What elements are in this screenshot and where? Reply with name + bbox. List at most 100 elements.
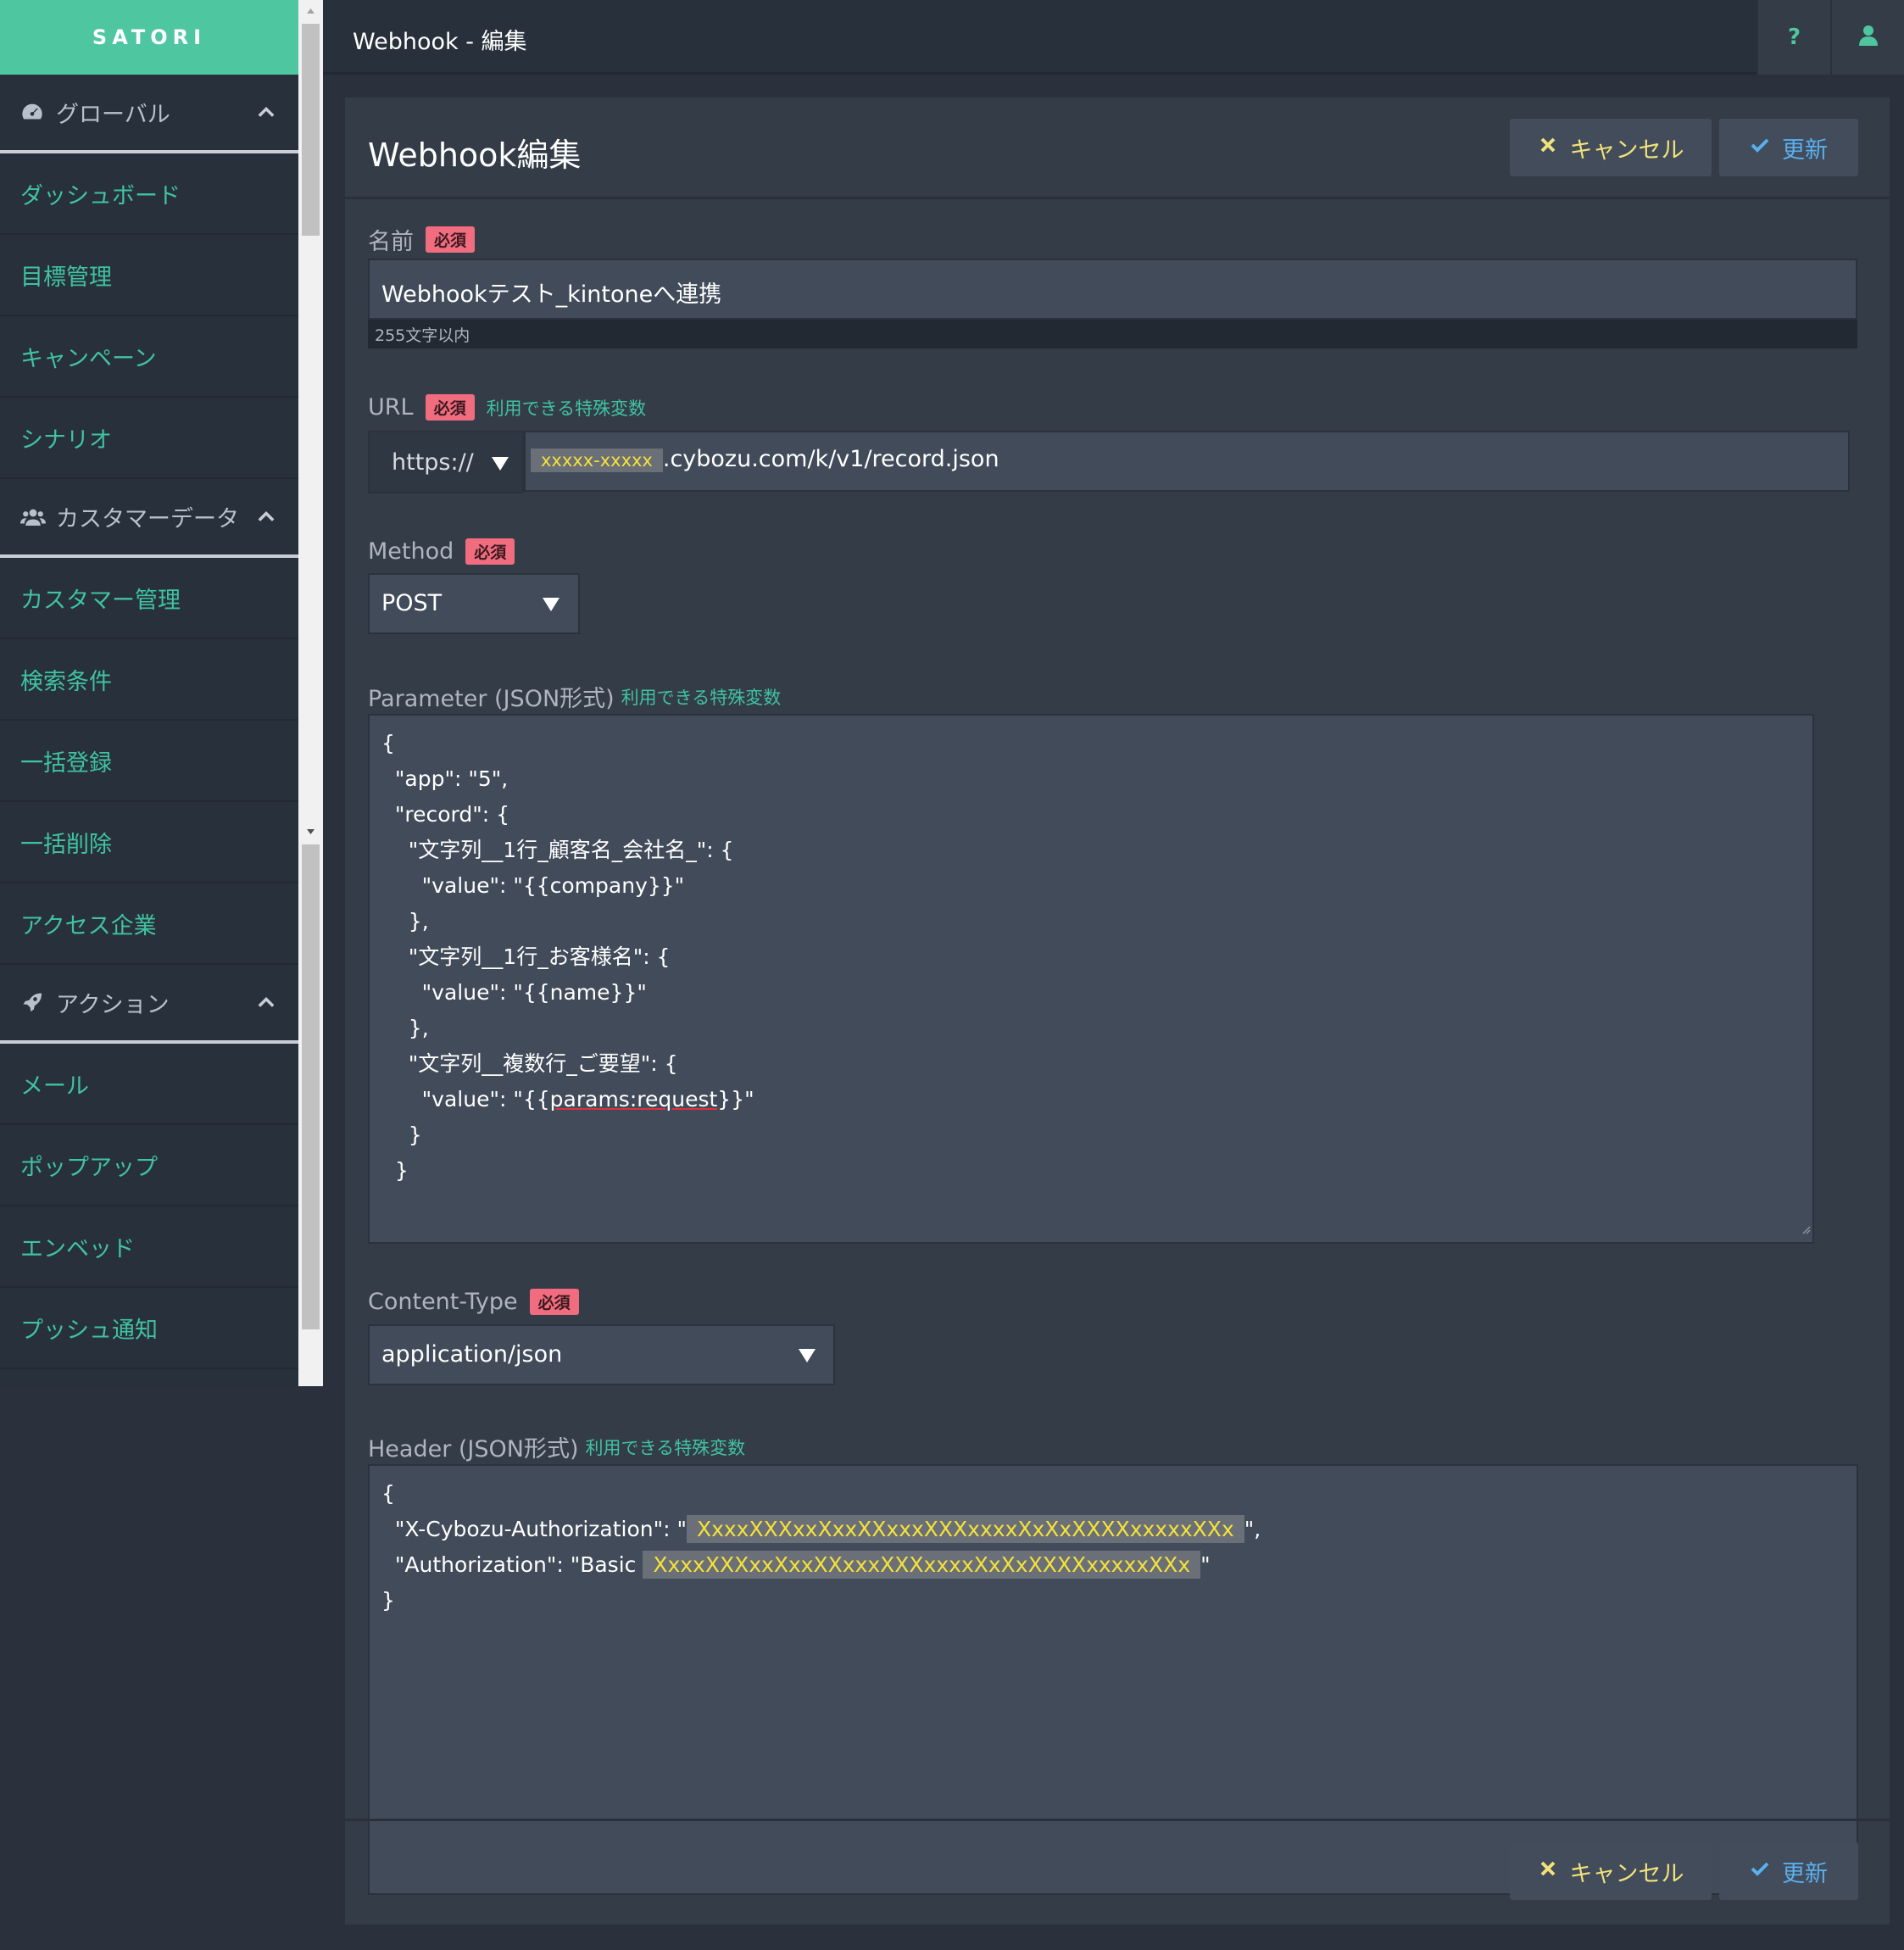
- url-protocol-value: https://: [392, 449, 474, 476]
- code-line: "X-Cybozu-Authorization": " XxxxXXXxxXxxX…: [381, 1515, 1261, 1543]
- content-type-select[interactable]: application/json: [368, 1324, 835, 1385]
- page-title: Webhook編集: [368, 136, 582, 174]
- url-input[interactable]: xxxxx-xxxxx .cybozu.com/k/v1/record.json: [524, 431, 1850, 492]
- code-line: {: [381, 731, 395, 755]
- sidebar-section-label: グローバル: [56, 102, 170, 128]
- special-variables-link[interactable]: 利用できる特殊変数: [621, 684, 782, 710]
- sidebar-item-scenario[interactable]: シナリオ: [0, 398, 298, 479]
- checkmark-icon: [1750, 135, 1770, 161]
- code-line: "record": {: [381, 802, 510, 827]
- parameter-json-textarea[interactable]: { "app": "5", "record": { "文字列__1行_顧客名_会…: [368, 714, 1814, 1244]
- scrollbar-thumb[interactable]: [302, 844, 320, 1329]
- content-type-select-value: application/json: [381, 1341, 563, 1368]
- sidebar-section-global[interactable]: グローバル: [0, 75, 298, 153]
- checkmark-icon: [1750, 1858, 1770, 1885]
- cancel-button[interactable]: キャンセル: [1510, 119, 1712, 176]
- required-badge: 必須: [425, 394, 475, 421]
- parameter-json-lines: { "app": "5", "record": { "文字列__1行_顧客名_会…: [381, 726, 1801, 1082]
- help-button[interactable]: ?: [1756, 0, 1830, 75]
- code-line: },: [381, 909, 429, 933]
- method-field-label: Method 必須: [368, 538, 515, 565]
- close-x-icon: [1538, 1858, 1558, 1885]
- url-field-label: URL 必須 利用できる特殊変数: [368, 394, 646, 421]
- sidebar-item-popup[interactable]: ポップアップ: [0, 1125, 298, 1206]
- scroll-up-arrow-icon[interactable]: [298, 0, 323, 22]
- chevron-up-icon: [254, 504, 278, 528]
- update-button-label: 更新: [1782, 136, 1828, 164]
- app-logo[interactable]: SATORI: [0, 0, 298, 75]
- scrollbar-thumb[interactable]: [302, 24, 320, 236]
- users-icon: [20, 504, 46, 530]
- code-line: {: [381, 1481, 395, 1506]
- update-button[interactable]: 更新: [1719, 1842, 1858, 1900]
- panel-footer: キャンセル 更新: [345, 1819, 1890, 1925]
- masked-cybozu-auth-token: XxxxXXXxxXxxXXxxxXXXxxxxXxXxXXXXxxxxxXXx: [686, 1515, 1244, 1543]
- code-line: }: [381, 1123, 422, 1147]
- content-type-label-text: Content-Type: [368, 1289, 518, 1315]
- sidebar-item-campaign[interactable]: キャンペーン: [0, 316, 298, 398]
- method-select[interactable]: POST: [368, 573, 580, 634]
- dropdown-arrow-icon: [492, 457, 509, 471]
- name-input[interactable]: Webhookテスト_kintoneへ連携: [368, 259, 1857, 320]
- question-icon: ?: [1787, 25, 1801, 50]
- sidebar-item-customer-management[interactable]: カスタマー管理: [0, 558, 298, 639]
- parameter-label-text: Parameter (JSON形式): [368, 686, 615, 712]
- required-badge: 必須: [426, 226, 476, 253]
- webhook-edit-panel: Webhook編集 キャンセル 更新 名前 必須 Webhookテスト_kint…: [345, 98, 1890, 1925]
- update-button-label: 更新: [1782, 1860, 1828, 1887]
- cancel-button[interactable]: キャンセル: [1510, 1842, 1712, 1900]
- code-line: "app": "5",: [381, 766, 509, 791]
- user-menu-button[interactable]: [1830, 0, 1904, 75]
- name-label-text: 名前: [368, 229, 414, 255]
- code-line: "Authorization": "Basic XxxxXXXxxXxxXXxx…: [381, 1551, 1211, 1579]
- method-select-value: POST: [381, 590, 443, 616]
- parameter-field-label: Parameter (JSON形式) 利用できる特殊変数: [368, 680, 781, 713]
- sidebar-item-dashboard[interactable]: ダッシュボード: [0, 153, 298, 235]
- code-line: "文字列__1行_お客様名": {: [381, 944, 671, 969]
- chevron-up-icon: [254, 990, 278, 1014]
- special-variables-link[interactable]: 利用できる特殊変数: [586, 1435, 746, 1460]
- parameter-json-closing: } }: [381, 1117, 1801, 1189]
- sidebar-item-bulk-delete[interactable]: 一括削除: [0, 802, 298, 883]
- user-icon: [1858, 25, 1878, 50]
- code-line: "value": "{{params:request}}": [381, 1087, 754, 1112]
- sidebar-item-access-companies[interactable]: アクセス企業: [0, 883, 298, 965]
- code-line: "文字列__1行_顧客名_会社名_": {: [381, 838, 734, 862]
- url-path-text: .cybozu.com/k/v1/record.json: [662, 446, 999, 472]
- name-field-label: 名前 必須: [368, 223, 476, 256]
- code-line: }: [381, 1588, 395, 1613]
- masked-basic-auth-token: XxxxXXXxxXxxXXxxxXXXxxxxXxXxXXXXxxxxxXXx: [643, 1551, 1201, 1579]
- required-badge: 必須: [465, 538, 515, 565]
- sidebar-section-customer-data[interactable]: カスタマーデータ: [0, 479, 298, 558]
- sidebar-scrollbar[interactable]: [298, 0, 323, 1386]
- code-line: },: [381, 1016, 429, 1040]
- sidebar-item-embed[interactable]: エンベッド: [0, 1206, 298, 1288]
- cancel-button-label: キャンセル: [1569, 1860, 1684, 1887]
- update-button[interactable]: 更新: [1719, 119, 1858, 176]
- sidebar-item-search-conditions[interactable]: 検索条件: [0, 639, 298, 721]
- rocket-icon: [20, 990, 46, 1016]
- required-badge: 必須: [529, 1289, 579, 1315]
- code-line: }: [381, 1158, 409, 1183]
- sidebar-section-action[interactable]: アクション: [0, 965, 298, 1044]
- url-protocol-select[interactable]: https://: [368, 431, 524, 493]
- close-x-icon: [1538, 135, 1558, 161]
- masked-subdomain: xxxxx-xxxxx: [531, 448, 663, 472]
- sidebar-item-push-notification[interactable]: プッシュ通知: [0, 1288, 298, 1369]
- page-breadcrumb-title: Webhook - 編集: [353, 29, 527, 55]
- sidebar-item-mail[interactable]: メール: [0, 1044, 298, 1125]
- header-field-label: Header (JSON形式) 利用できる特殊変数: [368, 1430, 745, 1463]
- code-line: "value": "{{name}}": [381, 980, 647, 1005]
- name-help-text: 255文字以内: [368, 320, 1857, 348]
- code-line: "value": "{{company}}": [381, 873, 685, 898]
- resize-handle-icon[interactable]: [1801, 1214, 1811, 1240]
- method-label-text: Method: [368, 538, 454, 565]
- sidebar-item-goals[interactable]: 目標管理: [0, 235, 298, 316]
- scroll-down-arrow-icon[interactable]: [298, 821, 323, 843]
- panel-header: Webhook編集 キャンセル 更新: [345, 98, 1890, 199]
- top-bar: Webhook - 編集 ?: [323, 0, 1904, 75]
- sidebar-item-bulk-register[interactable]: 一括登録: [0, 721, 298, 802]
- code-line: "文字列__複数行_ご要望": {: [381, 1051, 678, 1076]
- sidebar: SATORI グローバル ダッシュボード 目標管理 キャンペーン シナリオ カス…: [0, 0, 298, 1386]
- special-variables-link[interactable]: 利用できる特殊変数: [487, 395, 647, 421]
